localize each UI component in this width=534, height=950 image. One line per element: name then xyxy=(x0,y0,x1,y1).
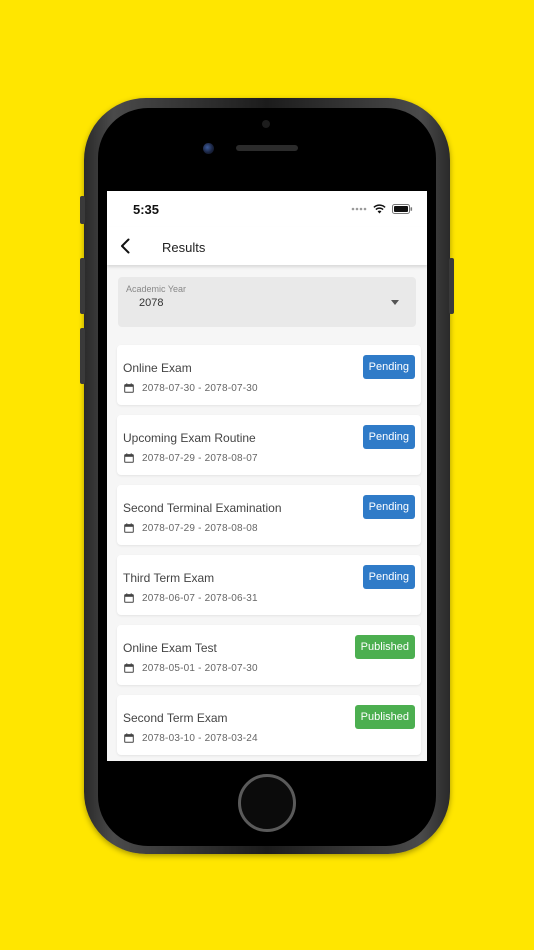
status-badge: Published xyxy=(354,705,415,729)
status-badge: Published xyxy=(354,635,415,659)
calendar-icon xyxy=(124,523,134,533)
signal-icon xyxy=(351,207,367,211)
status-time: 5:35 xyxy=(133,202,160,217)
exam-title: Online Exam Test xyxy=(123,641,217,655)
exam-list: Online Exam 2078-07-30 - 2078-07-30 Pend… xyxy=(117,345,421,761)
calendar-icon xyxy=(124,733,134,743)
exam-end-date: 2078-07-30 xyxy=(204,383,258,394)
exam-dates: 2078-07-29 - 2078-08-07 xyxy=(142,453,258,464)
status-badge: Pending xyxy=(362,565,415,589)
mute-switch xyxy=(80,196,85,224)
back-arrow-icon[interactable] xyxy=(117,237,135,255)
exam-start-date: 2078-06-07 xyxy=(142,593,196,604)
exam-title: Upcoming Exam Routine xyxy=(123,431,256,445)
exam-card[interactable]: Second Terminal Examination 2078-07-29 -… xyxy=(117,485,421,545)
exam-dates: 2078-03-10 - 2078-03-24 xyxy=(142,733,258,744)
volume-up-button xyxy=(80,258,85,314)
exam-start-date: 2078-05-01 xyxy=(142,663,196,674)
exam-card[interactable]: Third Term Exam 2078-06-07 - 2078-06-31 … xyxy=(117,555,421,615)
exam-start-date: 2078-03-10 xyxy=(142,733,196,744)
exam-end-date: 2078-07-30 xyxy=(204,663,258,674)
exam-start-date: 2078-07-30 xyxy=(142,383,196,394)
academic-year-dropdown[interactable]: Academic Year 2078 xyxy=(118,277,416,327)
exam-start-date: 2078-07-29 xyxy=(142,523,196,534)
exam-dates: 2078-05-01 - 2078-07-30 xyxy=(142,663,258,674)
exam-end-date: 2078-08-08 xyxy=(204,523,258,534)
exam-dates: 2078-07-30 - 2078-07-30 xyxy=(142,383,258,394)
calendar-icon xyxy=(124,663,134,673)
volume-down-button xyxy=(80,328,85,384)
status-badge: Pending xyxy=(362,495,415,519)
calendar-icon xyxy=(124,593,134,603)
exam-card[interactable]: Online Exam 2078-07-30 - 2078-07-30 Pend… xyxy=(117,345,421,405)
exam-card[interactable]: Online Exam Test 2078-05-01 - 2078-07-30… xyxy=(117,625,421,685)
academic-year-label: Academic Year xyxy=(126,284,187,294)
calendar-icon xyxy=(124,453,134,463)
exam-dates: 2078-07-29 - 2078-08-08 xyxy=(142,523,258,534)
earpiece-speaker xyxy=(236,145,298,151)
exam-dates: 2078-06-07 - 2078-06-31 xyxy=(142,593,258,604)
power-button xyxy=(449,258,454,314)
calendar-icon xyxy=(124,383,134,393)
dropdown-caret-icon xyxy=(391,300,399,305)
battery-icon xyxy=(392,204,413,214)
front-camera xyxy=(203,143,214,154)
exam-end-date: 2078-08-07 xyxy=(204,453,258,464)
exam-end-date: 2078-03-24 xyxy=(204,733,258,744)
academic-year-value: 2078 xyxy=(139,297,164,309)
exam-title: Third Term Exam xyxy=(123,571,215,585)
exam-title: Second Term Exam xyxy=(123,711,228,725)
status-bar: 5:35 xyxy=(107,191,427,227)
exam-start-date: 2078-07-29 xyxy=(142,453,196,464)
exam-card[interactable]: Second Term Exam 2078-03-10 - 2078-03-24… xyxy=(117,695,421,755)
exam-title: Second Terminal Examination xyxy=(123,501,282,515)
app-header: Results xyxy=(107,227,427,265)
exam-title: Online Exam xyxy=(123,361,192,375)
exam-end-date: 2078-06-31 xyxy=(204,593,258,604)
wifi-icon xyxy=(373,204,386,214)
proximity-sensor xyxy=(262,120,270,128)
home-button[interactable] xyxy=(238,774,296,832)
app-screen: 5:35 Results Academic Year 2078 Online E… xyxy=(107,191,427,761)
exam-card[interactable]: Upcoming Exam Routine 2078-07-29 - 2078-… xyxy=(117,415,421,475)
status-badge: Pending xyxy=(362,425,415,449)
page-title: Results xyxy=(162,240,206,255)
status-badge: Pending xyxy=(362,355,415,379)
status-icons xyxy=(351,204,413,214)
